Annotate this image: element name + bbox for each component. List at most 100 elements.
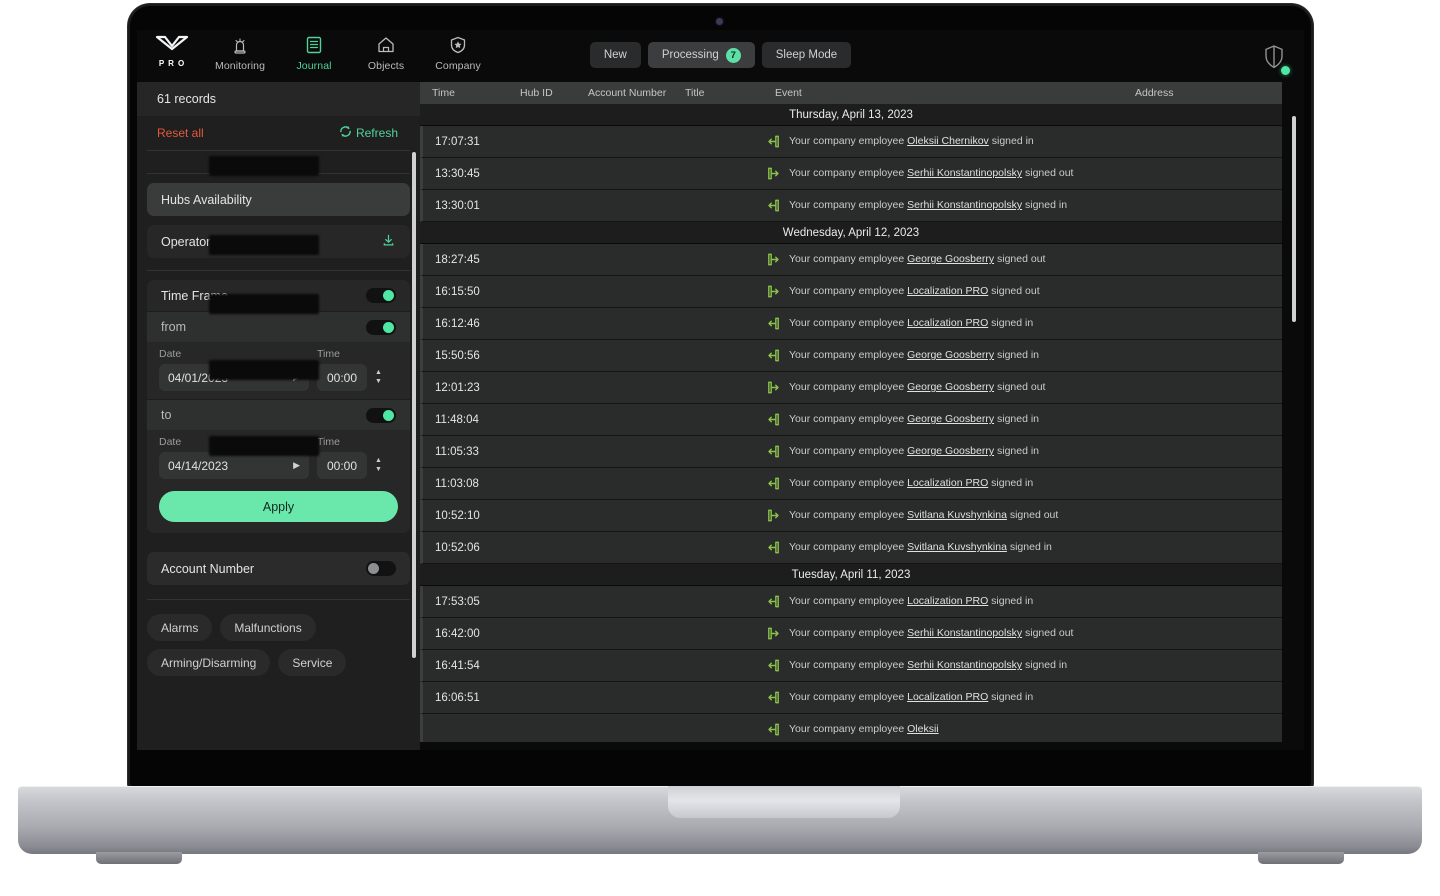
time-frame-toggle[interactable] [366, 288, 396, 303]
from-time-group: Time 00:00 [317, 348, 367, 391]
refresh-icon [339, 125, 352, 141]
employee-link[interactable]: Svitlana Kuvshynkina [907, 541, 1007, 553]
to-date-input[interactable]: 04/14/2023 ▶ [159, 452, 309, 479]
employee-link[interactable]: Oleksii Chernikov [907, 135, 989, 147]
table-row[interactable]: 17:07:31 Your company employee Oleksii C… [420, 126, 1282, 158]
table-row[interactable]: 16:06:51 Your company employee Localizat… [420, 682, 1282, 714]
download-icon[interactable] [381, 233, 396, 251]
employee-link[interactable]: George Goosberry [907, 253, 994, 265]
column-header-account-number[interactable]: Account Number [576, 87, 673, 99]
employee-link[interactable]: Localization PRO [907, 477, 988, 489]
column-header-time[interactable]: Time [420, 87, 508, 99]
employee-link[interactable]: Localization PRO [907, 285, 988, 297]
employee-link[interactable]: Oleksii [907, 723, 939, 735]
column-header-hub-id[interactable]: Hub ID [508, 87, 576, 99]
to-date-value: 04/14/2023 [168, 458, 229, 473]
account-number-toggle[interactable] [366, 561, 396, 576]
date-group-header: Tuesday, April 11, 2023 [420, 564, 1282, 586]
employee-link[interactable]: Serhii Konstantinopolsky [907, 627, 1022, 639]
row-event: Your company employee Localization PRO s… [766, 476, 1033, 491]
from-toggle[interactable] [366, 319, 396, 335]
table-row[interactable]: 11:48:04 Your company employee George Go… [420, 404, 1282, 436]
to-time-value: 00:00 [326, 458, 358, 473]
date-caption: Date [159, 348, 182, 360]
employee-link[interactable]: Serhii Konstantinopolsky [907, 659, 1022, 671]
to-toggle[interactable] [366, 407, 396, 423]
stepper-down-icon: ▼ [375, 378, 382, 385]
from-time-stepper[interactable]: ▲ ▼ [375, 369, 382, 391]
filter-account-number[interactable]: Account Number [147, 552, 410, 585]
employee-link[interactable]: George Goosberry [907, 413, 994, 425]
row-event: Your company employee Svitlana Kuvshynki… [766, 508, 1058, 523]
segment-processing-button[interactable]: Processing 7 [647, 42, 755, 68]
row-event-text: Your company employee Oleksii Chernikov … [789, 135, 1034, 148]
online-status-dot [1281, 66, 1290, 75]
row-event-text: Your company employee Svitlana Kuvshynki… [789, 541, 1052, 554]
segment-label: New [603, 49, 627, 61]
row-event: Your company employee Serhii Konstantino… [766, 626, 1073, 641]
to-label: to [161, 408, 172, 422]
table-row[interactable]: 11:05:33 Your company employee George Go… [420, 436, 1282, 468]
chip-service[interactable]: Service [278, 649, 347, 676]
to-header[interactable]: to [147, 399, 410, 430]
table-row[interactable]: 13:30:45 Your company employee Serhii Ko… [420, 158, 1282, 190]
row-time: 13:30:45 [435, 167, 480, 180]
sign-in-icon [766, 316, 781, 331]
chip-malfunctions[interactable]: Malfunctions [220, 614, 316, 641]
table-row[interactable]: 10:52:06 Your company employee Svitlana … [420, 532, 1282, 564]
employee-link[interactable]: George Goosberry [907, 445, 994, 457]
table-row[interactable]: 12:01:23 Your company employee George Go… [420, 372, 1282, 404]
table-row[interactable]: 16:15:50 Your company employee Localizat… [420, 276, 1282, 308]
employee-link[interactable]: Localization PRO [907, 691, 988, 703]
segment-sleep-mode-button[interactable]: Sleep Mode [761, 42, 852, 68]
column-header-address[interactable]: Address [1123, 87, 1282, 99]
table-row[interactable]: 17:53:05 Your company employee Localizat… [420, 586, 1282, 618]
sign-in-icon [766, 594, 781, 609]
reset-all-button[interactable]: Reset all [157, 126, 204, 140]
time-frame-card: Time Frame from Date 04/01/2023 ▶ [147, 280, 410, 533]
employee-link[interactable]: Localization PRO [907, 595, 988, 607]
sign-out-icon [766, 252, 781, 267]
table-row[interactable]: 16:12:46 Your company employee Localizat… [420, 308, 1282, 340]
from-time-input[interactable]: 00:00 [317, 364, 367, 391]
apply-button[interactable]: Apply [159, 491, 398, 522]
table-scrollbar[interactable] [1292, 116, 1296, 322]
to-time-input[interactable]: 00:00 [317, 452, 367, 479]
row-event: Your company employee George Goosberry s… [766, 348, 1039, 363]
segment-new-button[interactable]: New [589, 42, 641, 68]
table-header-row: Time Hub ID Account Number Title Event A… [420, 82, 1282, 104]
filter-label: Hubs Availability [161, 192, 252, 207]
table-row[interactable]: 18:27:45 Your company employee George Go… [420, 244, 1282, 276]
records-count: 61 records [137, 82, 420, 116]
table-row[interactable]: 13:30:01 Your company employee Serhii Ko… [420, 190, 1282, 222]
table-row[interactable]: 11:03:08 Your company employee Localizat… [420, 468, 1282, 500]
employee-link[interactable]: George Goosberry [907, 381, 994, 393]
chip-arming-disarming[interactable]: Arming/Disarming [147, 649, 271, 676]
table-row[interactable]: 15:50:56 Your company employee George Go… [420, 340, 1282, 372]
segment-label: Processing [661, 49, 719, 61]
refresh-button[interactable]: Refresh [339, 125, 398, 141]
row-event-text: Your company employee George Goosberry s… [789, 413, 1040, 426]
chip-alarms[interactable]: Alarms [147, 614, 213, 641]
sidebar-scrollbar[interactable] [412, 152, 416, 658]
employee-link[interactable]: Svitlana Kuvshynkina [907, 509, 1007, 521]
sign-in-icon [766, 476, 781, 491]
row-event: Your company employee Oleksii Chernikov … [766, 134, 1034, 149]
filter-actions-row: Reset all Refresh [137, 116, 420, 150]
from-header[interactable]: from [147, 311, 410, 342]
row-time: 18:27:45 [435, 253, 480, 266]
column-header-event[interactable]: Event [763, 87, 1123, 99]
table-row[interactable]: 16:41:54 Your company employee Serhii Ko… [420, 650, 1282, 682]
from-time-value: 00:00 [326, 370, 358, 385]
to-time-stepper[interactable]: ▲ ▼ [375, 457, 382, 479]
employee-link[interactable]: George Goosberry [907, 349, 994, 361]
table-row[interactable]: 16:42:00 Your company employee Serhii Ko… [420, 618, 1282, 650]
column-header-title[interactable]: Title [673, 87, 763, 99]
time-caption: Time [317, 436, 340, 448]
employee-link[interactable]: Serhii Konstantinopolsky [907, 167, 1022, 179]
employee-link[interactable]: Localization PRO [907, 317, 988, 329]
table-row[interactable]: 10:52:10 Your company employee Svitlana … [420, 500, 1282, 532]
filter-hubs-availability[interactable]: Hubs Availability [147, 183, 410, 216]
employee-link[interactable]: Serhii Konstantinopolsky [907, 199, 1022, 211]
top-navigation-bar: PRO Monitoring Journal Objects Company N… [137, 30, 1304, 82]
